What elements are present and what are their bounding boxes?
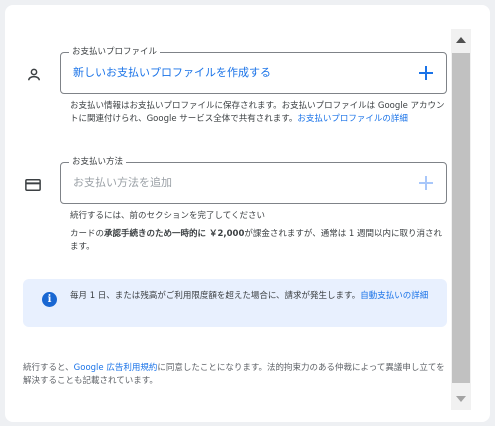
- terms-footer: 続行すると、Google 広告利用規約に同意したことになります。法的拘束力のある…: [23, 362, 447, 388]
- payment-method-placeholder: お支払い方法を追加: [73, 176, 172, 189]
- person-icon: [28, 68, 40, 81]
- billing-info-text: 毎月 1 日、または残高がご利用限度額を超えた場合に、請求が発生します。自動支払…: [70, 290, 432, 303]
- payment-profile-legend: お支払いプロファイル: [69, 46, 161, 58]
- billing-info-message: 毎月 1 日、または残高がご利用限度額を超えた場合に、請求が発生します。: [70, 291, 361, 301]
- billing-info-box: i 毎月 1 日、または残高がご利用限度額を超えた場合に、請求が発生します。自動…: [23, 279, 447, 327]
- payment-method-note: 続行するには、前のセクションを完了してください: [70, 211, 265, 221]
- card-note-bold: 承認手続きのため一時的に ￥2,000: [104, 229, 245, 239]
- payment-profile-value: 新しいお支払いプロファイルを作成する: [73, 66, 271, 79]
- payment-method-legend: お支払い方法: [69, 156, 127, 168]
- ads-terms-link[interactable]: Google 広告利用規約: [74, 363, 158, 373]
- vertical-scrollbar[interactable]: [451, 29, 471, 410]
- terms-prefix: 続行すると、: [23, 363, 74, 373]
- payment-profile-details-link[interactable]: お支払いプロファイルの詳細: [297, 114, 408, 124]
- payment-method-select[interactable]: お支払い方法 お支払い方法を追加: [60, 156, 447, 204]
- scroll-up-arrow[interactable]: [451, 31, 471, 49]
- card-authorization-note: カードの承認手続きのため一時的に ￥2,000が課金されますが、通常は 1 週間…: [70, 228, 450, 254]
- payment-profile-help: お支払い情報はお支払いプロファイルに保存されます。お支払いプロファイルは Goo…: [70, 100, 450, 126]
- auto-payment-details-link[interactable]: 自動支払いの詳細: [360, 291, 428, 301]
- payment-profile-select[interactable]: お支払いプロファイル 新しいお支払いプロファイルを作成する: [60, 46, 447, 94]
- credit-card-icon: [25, 179, 41, 191]
- arrow-down-icon: [456, 396, 466, 402]
- info-icon: i: [42, 292, 57, 307]
- add-profile-plus-icon[interactable]: [419, 66, 433, 80]
- card-note-prefix: カードの: [70, 229, 105, 239]
- scroll-thumb[interactable]: [452, 53, 470, 383]
- scroll-down-arrow[interactable]: [451, 390, 471, 408]
- add-payment-method-plus-icon[interactable]: [419, 176, 433, 190]
- arrow-up-icon: [456, 37, 466, 43]
